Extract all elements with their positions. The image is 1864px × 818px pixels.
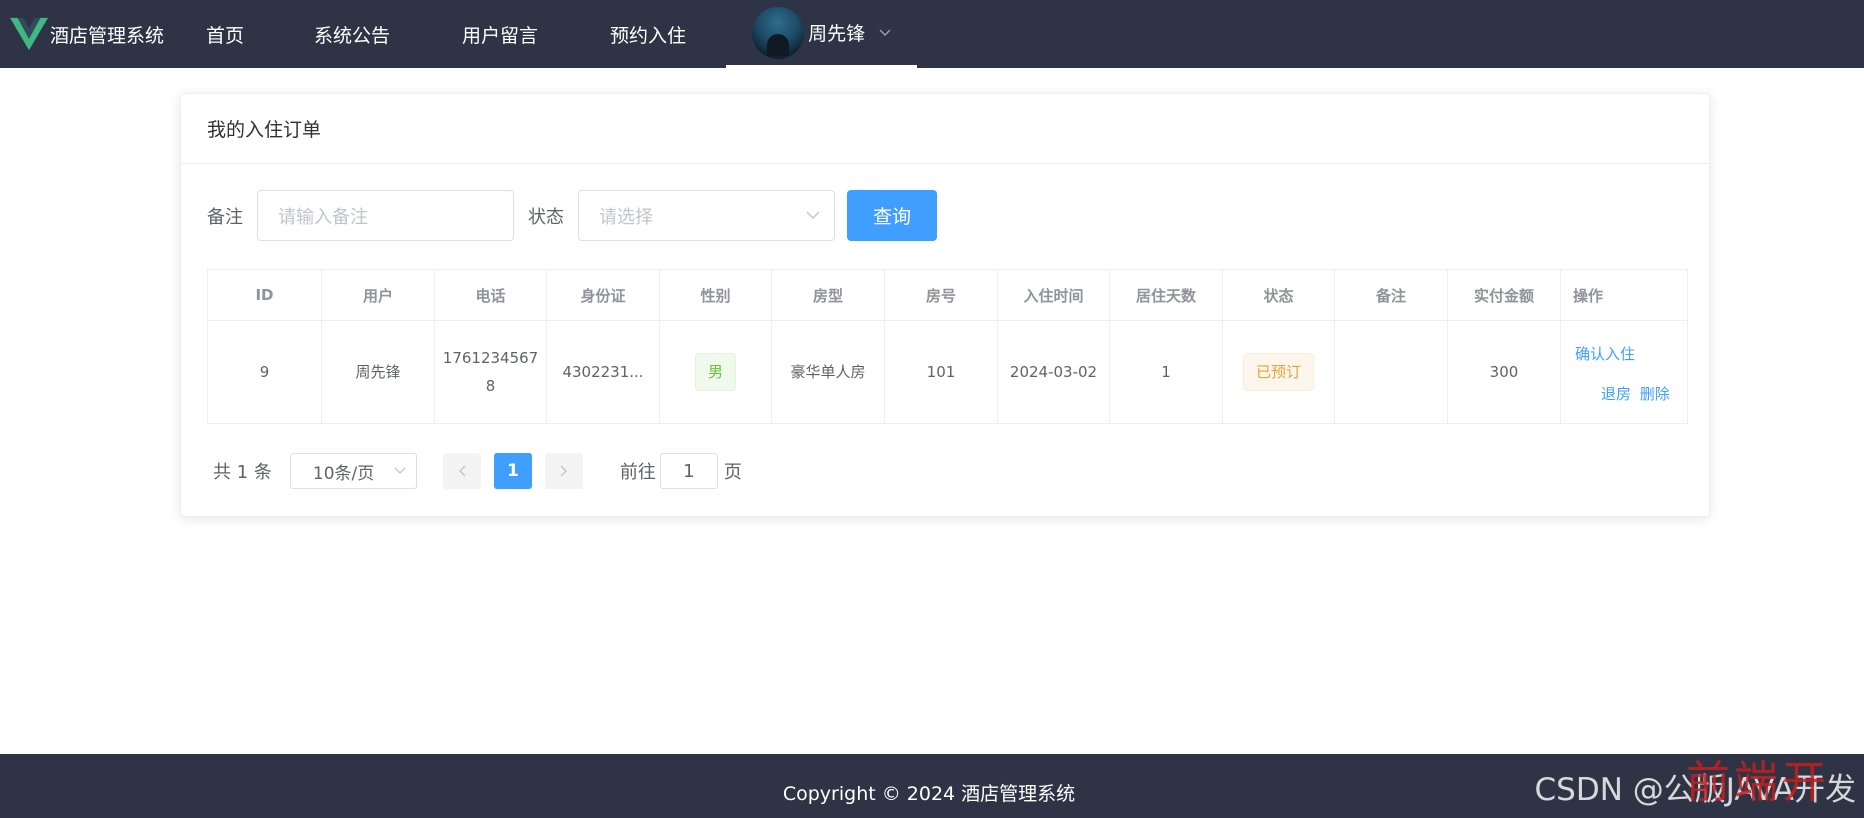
chevron-down-icon bbox=[879, 29, 891, 36]
total-count: 共 1 条 bbox=[213, 462, 272, 483]
next-page-button[interactable] bbox=[544, 453, 583, 489]
cell-actions: 确认入住 退房 删除 bbox=[1560, 320, 1688, 424]
query-button[interactable]: 查询 bbox=[847, 190, 937, 241]
page-number-current[interactable]: 1 bbox=[493, 453, 532, 489]
user-menu[interactable]: 周先锋 bbox=[726, 0, 918, 68]
page-size-select[interactable]: 10条/页 bbox=[289, 453, 417, 489]
checkout-link[interactable]: 退房 bbox=[1601, 385, 1631, 403]
card-title: 我的入住订单 bbox=[181, 94, 1709, 164]
column-header: 入住时间 bbox=[997, 269, 1110, 321]
column-header: 操作 bbox=[1560, 269, 1688, 321]
page-size-value: 10条/页 bbox=[312, 463, 375, 484]
page-suffix: 页 bbox=[723, 462, 742, 483]
column-header: 居住天数 bbox=[1109, 269, 1223, 321]
chevron-left-icon bbox=[458, 465, 466, 477]
cell-id-card: 4302231... bbox=[546, 320, 660, 424]
column-header: 实付金额 bbox=[1447, 269, 1561, 321]
csdn-watermark: CSDN @公版JAVA开发 bbox=[1534, 771, 1857, 808]
status-badge: 已预订 bbox=[1242, 353, 1314, 391]
column-header: 状态 bbox=[1222, 269, 1335, 321]
orders-table: ID 用户 电话 身份证 性别 房型 房号 入住时间 居住天数 状态 备注 实付… bbox=[207, 269, 1688, 424]
nav-item-reservation[interactable]: 预约入住 bbox=[574, 0, 722, 68]
cell-days: 1 bbox=[1109, 320, 1223, 424]
column-header: 备注 bbox=[1334, 269, 1448, 321]
status-placeholder: 请选择 bbox=[599, 206, 653, 228]
search-form: 备注 请输入备注 状态 请选择 查询 bbox=[207, 190, 937, 241]
cell-user: 周先锋 bbox=[321, 320, 435, 424]
column-header: 电话 bbox=[434, 269, 547, 321]
column-header: 身份证 bbox=[546, 269, 660, 321]
cell-note bbox=[1334, 320, 1448, 424]
avatar bbox=[752, 6, 805, 59]
table-row: 9 周先锋 17612345678 4302231... 男 豪华单人房 101… bbox=[207, 320, 1688, 424]
chevron-down-icon bbox=[806, 211, 820, 219]
gender-tag: 男 bbox=[694, 353, 736, 391]
cell-gender: 男 bbox=[659, 320, 772, 424]
confirm-checkin-link[interactable]: 确认入住 bbox=[1575, 345, 1635, 363]
nav-item-messages[interactable]: 用户留言 bbox=[426, 0, 574, 68]
note-placeholder: 请输入备注 bbox=[278, 206, 368, 228]
top-navbar: 酒店管理系统 首页 系统公告 用户留言 预约入住 周先锋 bbox=[0, 0, 1864, 68]
note-label: 备注 bbox=[207, 206, 243, 228]
user-name: 周先锋 bbox=[808, 23, 866, 45]
column-header: 房型 bbox=[771, 269, 885, 321]
cell-amount: 300 bbox=[1447, 320, 1561, 424]
prev-page-button[interactable] bbox=[442, 453, 481, 489]
cell-checkin-date: 2024-03-02 bbox=[997, 320, 1110, 424]
column-header: 性别 bbox=[659, 269, 772, 321]
table-header-row: ID 用户 电话 身份证 性别 房型 房号 入住时间 居住天数 状态 备注 实付… bbox=[207, 269, 1688, 321]
cell-id: 9 bbox=[207, 320, 322, 424]
cell-status: 已预订 bbox=[1222, 320, 1335, 424]
note-search-input[interactable]: 请输入备注 bbox=[257, 190, 514, 241]
chevron-down-icon bbox=[394, 467, 406, 474]
column-header: 房号 bbox=[884, 269, 998, 321]
delete-link[interactable]: 删除 bbox=[1640, 385, 1670, 403]
vue-logo-icon bbox=[10, 17, 48, 51]
goto-page-input[interactable]: 1 bbox=[659, 453, 718, 489]
copyright-text: Copyright © 2024 酒店管理系统 bbox=[782, 782, 1076, 805]
cell-room-type: 豪华单人房 bbox=[771, 320, 885, 424]
nav-item-home[interactable]: 首页 bbox=[186, 0, 278, 68]
status-label: 状态 bbox=[528, 206, 564, 228]
nav-item-announcements[interactable]: 系统公告 bbox=[278, 0, 426, 68]
column-header: 用户 bbox=[321, 269, 435, 321]
column-header: ID bbox=[207, 269, 322, 321]
status-select[interactable]: 请选择 bbox=[578, 190, 835, 241]
orders-card: 我的入住订单 备注 请输入备注 状态 请选择 查询 ID 用户 电话 身份证 性… bbox=[180, 93, 1710, 517]
brand-name: 酒店管理系统 bbox=[50, 24, 165, 47]
cell-room-no: 101 bbox=[884, 320, 998, 424]
goto-label: 前往 bbox=[619, 462, 656, 483]
chevron-right-icon bbox=[560, 465, 567, 477]
cell-phone: 17612345678 bbox=[434, 320, 547, 424]
pagination: 共 1 条 10条/页 1 前往 1 页 bbox=[213, 452, 742, 490]
brand[interactable]: 酒店管理系统 bbox=[0, 0, 186, 68]
